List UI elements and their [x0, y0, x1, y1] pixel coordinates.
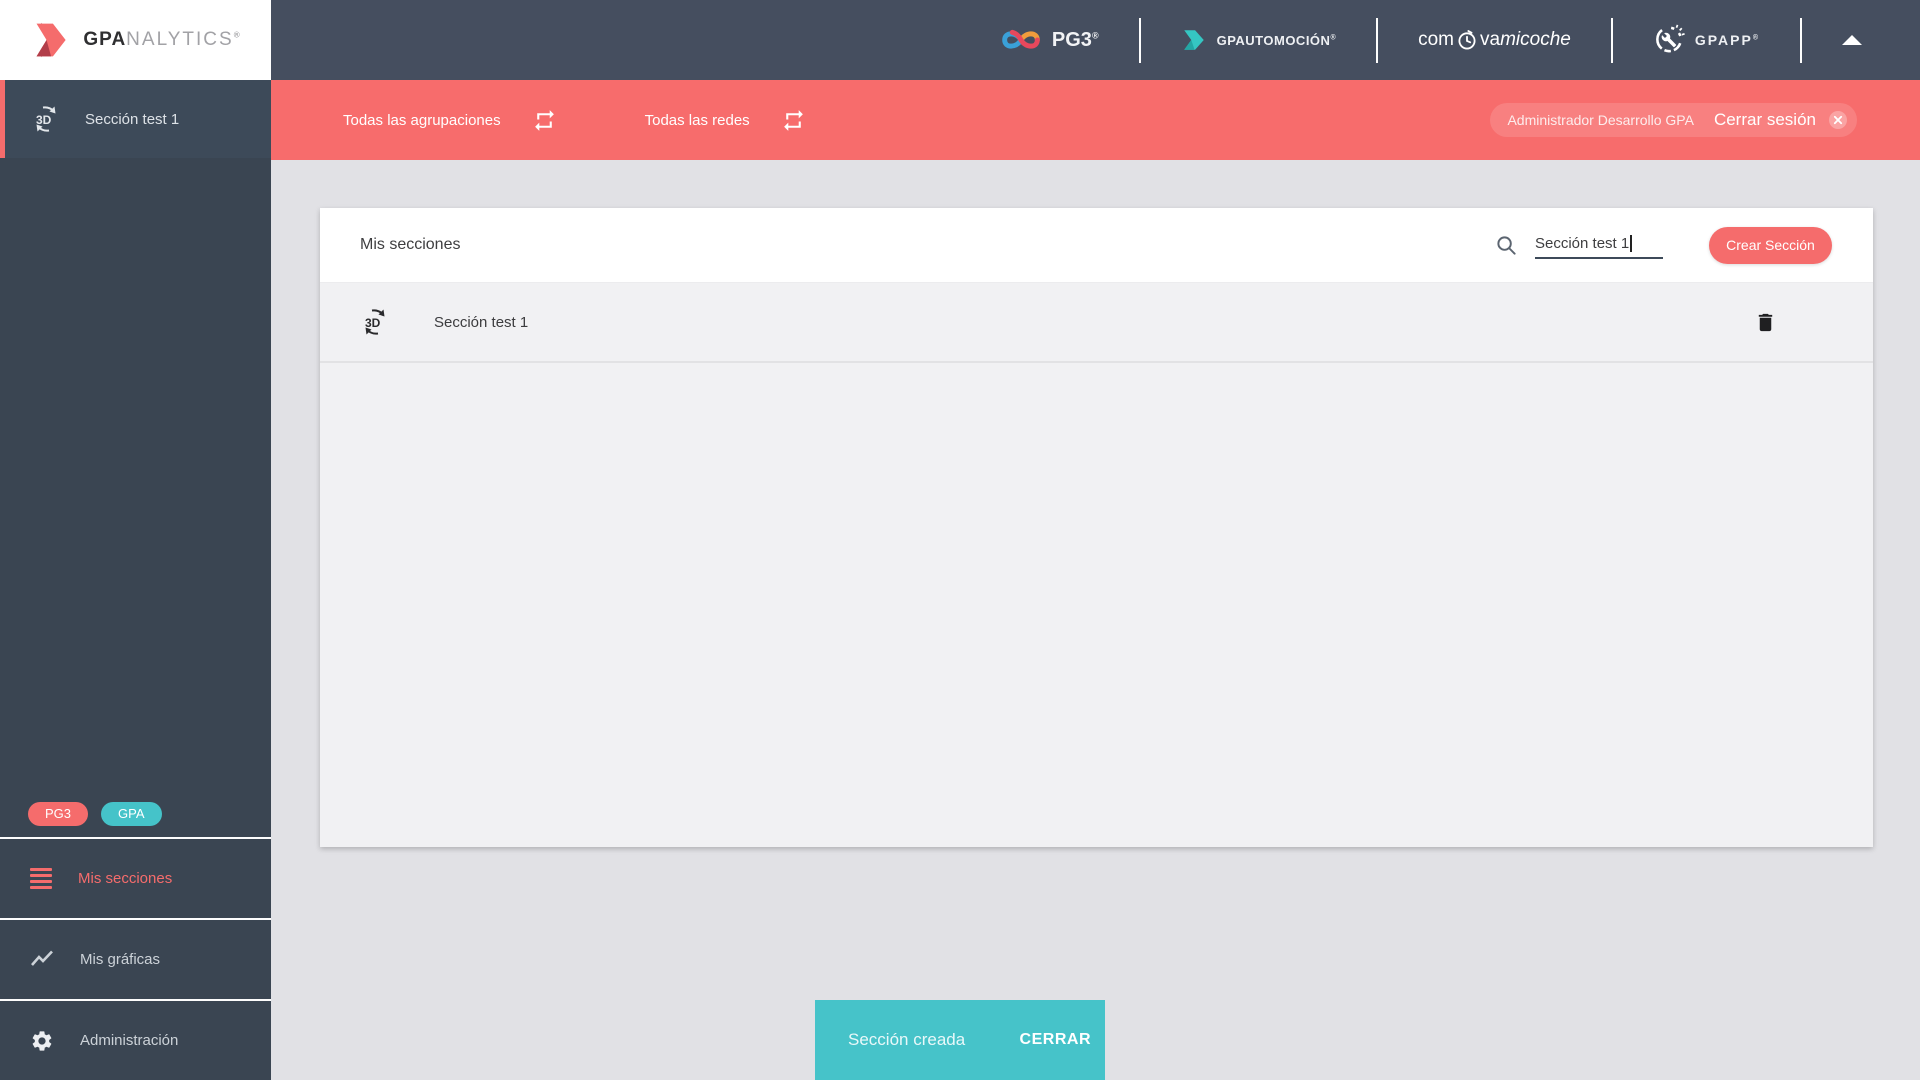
logo-comoravamicoche[interactable]: com vamicoche [1418, 29, 1571, 51]
sidebar: GPANALYTICS® 3D Sección test 1 PG3 GPA M… [0, 0, 271, 1080]
svg-text:3D: 3D [365, 316, 381, 330]
logo-cvm-part1: com [1418, 29, 1455, 50]
sidebar-item-mis-secciones[interactable]: Mis secciones [0, 837, 271, 918]
collapse-header-arrow-icon[interactable] [1842, 35, 1862, 45]
sidebar-badges: PG3 GPA [0, 790, 271, 837]
sidebar-menu: Mis secciones Mis gráficas Administració… [0, 837, 271, 1080]
pg3-infinity-icon [1000, 26, 1042, 54]
sidebar-item-seccion-test-1[interactable]: 3D Sección test 1 [0, 80, 271, 158]
user-name: Administrador Desarrollo GPA [1507, 112, 1694, 128]
card-body-empty [320, 363, 1873, 847]
menu-icon [30, 868, 52, 889]
logo-pg3-label: PG3® [1051, 28, 1099, 51]
crear-seccion-button[interactable]: Crear Sección [1709, 226, 1832, 264]
sidebar-item-mis-graficas[interactable]: Mis gráficas [0, 918, 271, 999]
brand-name: GPANALYTICS® [83, 29, 241, 50]
menu-item-label: Administración [80, 1032, 179, 1049]
toast-notification: Sección creada CERRAR [815, 1000, 1105, 1080]
mis-secciones-card: Mis secciones Sección test 1 Crear Secci… [320, 208, 1873, 847]
section-row-label: Sección test 1 [434, 313, 529, 331]
logout-label: Cerrar sesión [1713, 110, 1816, 129]
delete-section-button[interactable] [1754, 311, 1777, 334]
filter-agrupaciones-label[interactable]: Todas las agrupaciones [343, 112, 501, 129]
text-cursor [1630, 234, 1632, 252]
logo-gpautomocion[interactable]: GPAUTOMOCIÓN® [1181, 27, 1337, 53]
search-icon[interactable] [1495, 234, 1518, 257]
gear-icon [30, 1029, 54, 1053]
menu-item-label: Mis secciones [78, 870, 173, 887]
gpanalytics-logo-icon [30, 20, 74, 60]
card-header: Mis secciones Sección test 1 Crear Secci… [320, 208, 1873, 283]
menu-item-label: Mis gráficas [80, 951, 161, 968]
gpapp-wrench-icon [1653, 24, 1685, 56]
header-divider [1610, 17, 1613, 63]
card-header-actions: Sección test 1 Crear Sección [1495, 226, 1832, 264]
clock-icon [1456, 29, 1478, 51]
svg-text:3D: 3D [36, 113, 52, 127]
repeat-icon[interactable] [532, 108, 557, 133]
3d-rotation-icon: 3D [31, 104, 61, 134]
logo-gpapp-label: GPAPP® [1694, 32, 1760, 48]
logout-button[interactable]: Cerrar sesión [1714, 110, 1848, 130]
brand-logo[interactable]: GPANALYTICS® [0, 0, 271, 80]
page-title: Mis secciones [360, 236, 461, 253]
user-session-pill: Administrador Desarrollo GPA Cerrar sesi… [1490, 103, 1857, 137]
logo-gpapp[interactable]: GPAPP® [1653, 24, 1760, 56]
search-input[interactable]: Sección test 1 [1535, 232, 1663, 259]
top-header: PG3® GPAUTOMOCIÓN® com vamicoche GPAPP® [271, 0, 1920, 80]
logo-gpautomocion-label: GPAUTOMOCIÓN® [1216, 32, 1337, 48]
header-divider [1800, 17, 1802, 63]
3d-rotation-icon: 3D [360, 307, 390, 337]
toast-cerrar-button[interactable]: CERRAR [1020, 1031, 1091, 1049]
logo-cvm-part2: vamicoche [1480, 29, 1571, 50]
gpautomocion-arrow-icon [1181, 27, 1207, 53]
sidebar-item-administracion[interactable]: Administración [0, 999, 271, 1080]
search-input-value: Sección test 1 [1535, 234, 1630, 252]
header-divider [1138, 17, 1141, 63]
line-chart-icon [30, 948, 54, 972]
repeat-icon[interactable] [781, 108, 806, 133]
filter-redes-label[interactable]: Todas las redes [645, 112, 750, 129]
sidebar-item-label: Sección test 1 [85, 110, 180, 128]
badge-gpa[interactable]: GPA [101, 801, 162, 826]
badge-pg3[interactable]: PG3 [28, 801, 89, 826]
header-divider [1376, 17, 1379, 63]
logo-pg3[interactable]: PG3® [1000, 26, 1099, 54]
filter-bar: Todas las agrupaciones Todas las redes A… [271, 80, 1920, 160]
section-list-row[interactable]: 3D Sección test 1 [320, 283, 1873, 363]
close-session-icon [1828, 110, 1848, 130]
toast-message: Sección creada [848, 1030, 966, 1049]
